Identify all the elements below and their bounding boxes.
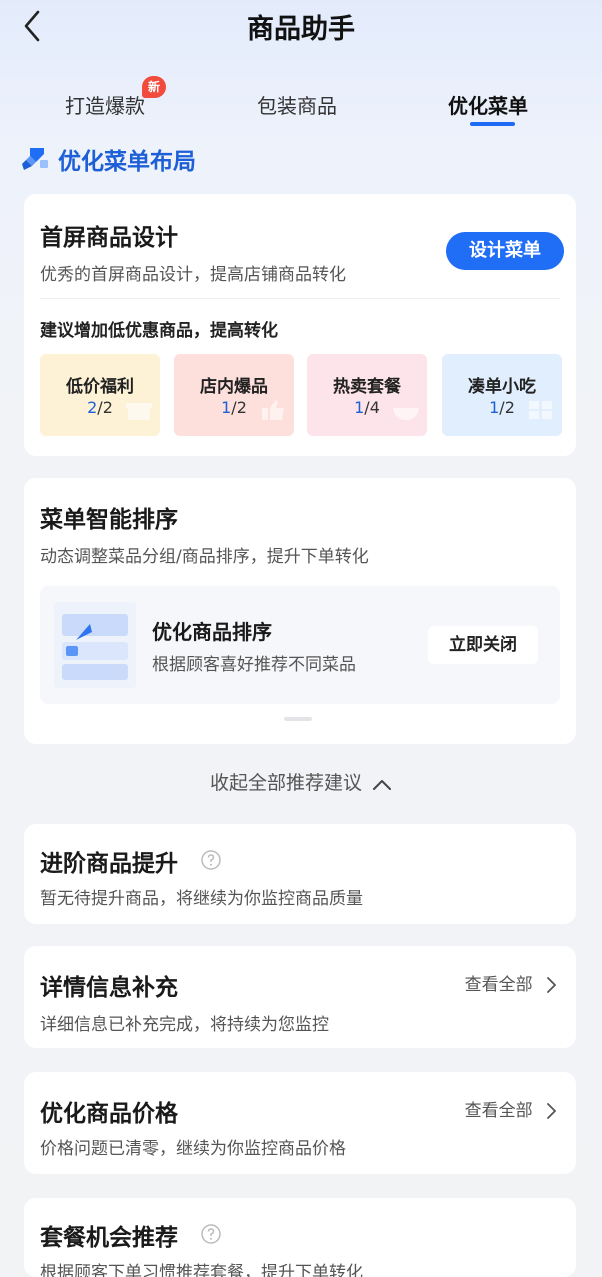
- collapse-all-button[interactable]: 收起全部推荐建议: [0, 768, 602, 795]
- card-title: 套餐机会推荐: [40, 1225, 178, 1251]
- new-badge: 新: [142, 76, 166, 98]
- close-now-button[interactable]: 立即关闭: [428, 626, 538, 664]
- page-indicator: [284, 717, 312, 721]
- chip-name: 热卖套餐: [333, 377, 401, 397]
- sort-title: 优化商品排序: [152, 620, 272, 644]
- card-title: 首屏商品设计: [40, 225, 178, 251]
- section-title: 优化菜单布局: [58, 149, 196, 175]
- page-title: 商品助手: [247, 14, 355, 45]
- view-all-link[interactable]: 查看全部: [465, 1096, 556, 1121]
- card-title: 进阶商品提升: [40, 851, 178, 877]
- suggest-text: 建议增加低优惠商品，提高转化: [40, 321, 278, 341]
- first-screen-card: 首屏商品设计 优秀的首屏商品设计，提高店铺商品转化 设计菜单 建议增加低优惠商品…: [24, 194, 576, 456]
- card-desc: 根据顾客下单习惯推荐套餐，提升下单转化: [40, 1263, 363, 1277]
- header: 商品助手: [0, 0, 602, 56]
- card-desc: 优秀的首屏商品设计，提高店铺商品转化: [40, 265, 346, 285]
- grid-icon: [529, 401, 552, 419]
- sort-illustration-icon: [54, 602, 136, 688]
- tab-create-hit[interactable]: 打造爆款: [65, 90, 145, 119]
- tab-package-goods[interactable]: 包装商品: [257, 90, 337, 119]
- thumb-up-icon: [262, 400, 284, 420]
- help-icon[interactable]: [201, 1224, 221, 1244]
- chip-name: 店内爆品: [200, 377, 268, 397]
- chip-low-price[interactable]: 低价福利 2/2: [40, 354, 160, 436]
- chip-hot-combo[interactable]: 热卖套餐 1/4: [307, 354, 427, 436]
- card-title: 详情信息补充: [40, 975, 178, 1001]
- chevron-right-icon: [547, 977, 556, 993]
- price-card[interactable]: 优化商品价格 查看全部 价格问题已清零，继续为你监控商品价格: [24, 1072, 576, 1174]
- chip-hot-item[interactable]: 店内爆品 1/2: [174, 354, 294, 436]
- card-desc: 价格问题已清零，继续为你监控商品价格: [40, 1139, 346, 1159]
- gift-icon: [126, 403, 152, 420]
- chevron-up-icon: [373, 779, 392, 790]
- card-title: 优化商品价格: [40, 1101, 178, 1127]
- card-desc: 暂无待提升商品，将继续为你监控商品质量: [40, 889, 363, 909]
- divider: [40, 298, 560, 299]
- card-desc: 详细信息已补充完成，将持续为您监控: [40, 1015, 329, 1035]
- chip-name: 低价福利: [66, 377, 134, 397]
- sort-desc: 根据顾客喜好推荐不同菜品: [152, 655, 356, 675]
- chevron-right-icon: [547, 1103, 556, 1119]
- collapse-label: 收起全部推荐建议: [209, 772, 362, 794]
- view-all-link[interactable]: 查看全部: [465, 970, 556, 995]
- advanced-card[interactable]: 进阶商品提升 暂无待提升商品，将继续为你监控商品质量: [24, 824, 576, 924]
- brush-icon: [22, 148, 48, 170]
- card-desc: 动态调整菜品分组/商品排序，提升下单转化: [40, 547, 369, 567]
- help-icon[interactable]: [201, 850, 221, 870]
- card-title: 菜单智能排序: [40, 507, 178, 533]
- sort-suggestion: 优化商品排序 根据顾客喜好推荐不同菜品 立即关闭: [40, 586, 560, 704]
- design-menu-button[interactable]: 设计菜单: [446, 232, 564, 270]
- active-tab-indicator: [470, 122, 515, 126]
- combo-card[interactable]: 套餐机会推荐 根据顾客下单习惯推荐套餐，提升下单转化: [24, 1198, 576, 1277]
- smart-sort-card: 菜单智能排序 动态调整菜品分组/商品排序，提升下单转化 优化商品排序 根据顾客喜…: [24, 478, 576, 744]
- chip-snacks[interactable]: 凑单小吃 1/2: [442, 354, 562, 436]
- tab-optimize-menu[interactable]: 优化菜单: [448, 90, 528, 119]
- chip-name: 凑单小吃: [468, 377, 536, 397]
- detail-info-card[interactable]: 详情信息补充 查看全部 详细信息已补充完成，将持续为您监控: [24, 946, 576, 1048]
- bowl-icon: [393, 408, 419, 420]
